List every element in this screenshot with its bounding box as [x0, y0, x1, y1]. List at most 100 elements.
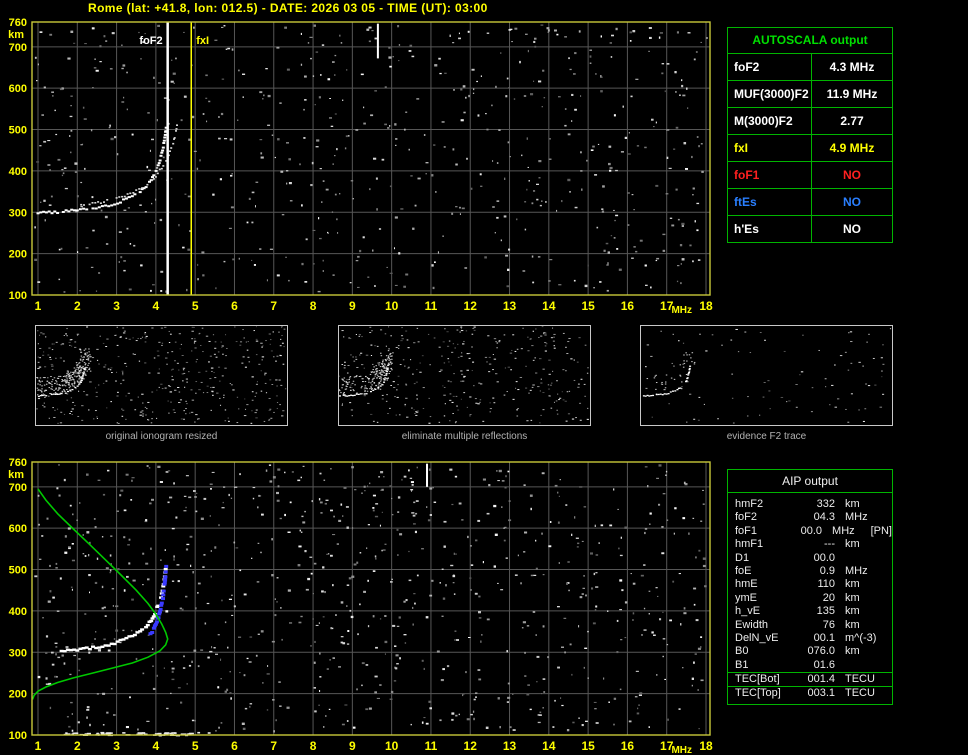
parameter-value: 01.6 [813, 658, 835, 671]
aip-table-row: TEC[Top] 003.1 TECU [728, 686, 892, 700]
svg-text:100: 100 [9, 290, 27, 302]
svg-text:13: 13 [503, 739, 517, 753]
svg-text:12: 12 [464, 299, 478, 313]
parameter-value: 00.0 [800, 524, 823, 537]
parameter-value: NO [843, 222, 861, 236]
svg-text:2: 2 [74, 739, 81, 753]
svg-text:5: 5 [192, 739, 199, 753]
parameter-label: M(3000)F2 [728, 108, 812, 134]
parameter-note [887, 578, 892, 591]
parameter-note [887, 619, 892, 632]
parameter-note [887, 592, 892, 605]
svg-text:500: 500 [9, 125, 27, 137]
page-title: Rome (lat: +41.8, lon: 012.5) - DATE: 20… [88, 1, 488, 15]
parameter-label: foF1 [728, 162, 812, 188]
parameter-unit: MHz [845, 564, 868, 577]
parameter-unit: MHz [845, 511, 868, 524]
thumbnail-original-ionogram [35, 325, 288, 426]
parameter-label: foF2 [728, 54, 812, 80]
svg-text:5: 5 [192, 299, 199, 313]
svg-text:300: 300 [9, 207, 27, 219]
parameter-name: B1 [735, 658, 749, 671]
parameter-value: 076.0 [807, 645, 835, 658]
aip-table-row: foF1 00.0 MHz [PN] [728, 525, 892, 538]
thumbnail-caption: original ionogram resized [105, 431, 218, 442]
svg-text:6: 6 [231, 299, 238, 313]
parameter-unit: km [845, 498, 860, 510]
parameter-label: ftEs [728, 189, 812, 215]
svg-text:3: 3 [113, 299, 120, 313]
autoscala-table-row: h'Es NO [728, 216, 892, 242]
parameter-value: 20 [822, 591, 835, 604]
aip-table-row: ymE 20 km [728, 592, 892, 605]
profile-ionogram-plot: 760700600500400300200100km1 2 3 4 5 6 7 8 9 10 11 1… [8, 457, 713, 754]
autoscala-table-row: fxI 4.9 MHz [728, 135, 892, 162]
parameter-value: 001.4 [807, 673, 835, 686]
parameter-unit [835, 552, 887, 565]
autoscala-table-row: ftEs NO [728, 189, 892, 216]
parameter-note [887, 565, 892, 578]
svg-text:4: 4 [153, 739, 160, 753]
svg-text:7: 7 [270, 299, 277, 313]
svg-text:6: 6 [231, 739, 238, 753]
parameter-value: 110 [817, 578, 835, 591]
autoscala-table-rows: foF2 4.3 MHz MUF(3000)F2 11.9 MHz M(3000)F2 2… [728, 54, 892, 242]
aip-table-row: TEC[Bot] 001.4 TECU [728, 672, 892, 686]
aip-table-row: Ewidth 76 km [728, 619, 892, 632]
aip-table-row: B0 076.0 km [728, 645, 892, 658]
parameter-unit: km [845, 578, 860, 591]
svg-text:18: 18 [699, 739, 713, 753]
svg-text:2: 2 [74, 299, 81, 313]
aip-table-row: foE 0.9 MHz [728, 565, 892, 578]
aip-table-rows: hmF2 332 km foF2 04.3 MHz foF1 00.0 MHz [PN] hmF1-… [728, 493, 892, 704]
thumbnail-multiple-reflections-removed [338, 325, 591, 426]
parameter-value: 4.9 MHz [829, 141, 875, 155]
aip-table-row: DelN_vE 00.1 m^(-3) [728, 632, 892, 645]
parameter-value: 04.3 [813, 511, 835, 524]
aip-table-row: D1 00.0 [728, 552, 892, 565]
svg-text:400: 400 [9, 606, 27, 618]
autoscala-output-table: AUTOSCALA output foF2 4.3 MHz MUF(3000)F2 1… [727, 27, 893, 243]
thumbnail-caption: eliminate multiple reflections [401, 431, 528, 442]
parameter-value: NO [843, 195, 861, 209]
autoscala-table-row: foF2 4.3 MHz [728, 54, 892, 81]
svg-text:10: 10 [385, 739, 399, 753]
aip-table-row: B1 01.6 [728, 659, 892, 672]
main-ionogram-plot: foF2 fxI760700600500400300200100km1 2 3 4 5 6 7… [8, 17, 713, 314]
parameter-note: [PN] [870, 524, 892, 537]
svg-text:4: 4 [153, 299, 160, 313]
parameter-unit: km [845, 591, 860, 604]
svg-text:100: 100 [9, 730, 27, 742]
svg-text:15: 15 [581, 739, 595, 753]
svg-text:3: 3 [113, 739, 120, 753]
parameter-unit: TECU [845, 673, 875, 686]
svg-text:13: 13 [503, 299, 517, 313]
aip-table-row: hmF1 --- km [728, 538, 892, 551]
svg-text:600: 600 [9, 523, 27, 535]
parameter-note [887, 538, 892, 551]
svg-text:10: 10 [385, 299, 399, 313]
svg-text:1: 1 [35, 299, 42, 313]
parameter-unit: km [845, 645, 860, 658]
aip-table-row: hmE 110 km [728, 578, 892, 591]
parameter-note [887, 645, 892, 658]
svg-text:14: 14 [542, 739, 556, 753]
parameter-unit: km [845, 538, 860, 551]
parameter-name: D1 [735, 551, 750, 564]
parameter-name: foF1 [735, 524, 758, 537]
parameter-note [887, 605, 892, 618]
parameter-value: 4.3 MHz [829, 60, 875, 74]
parameter-label: h'Es [728, 216, 812, 242]
parameter-name: foE [735, 564, 752, 577]
svg-text:11: 11 [425, 739, 438, 753]
parameter-unit [835, 659, 887, 672]
svg-text:7: 7 [270, 739, 277, 753]
parameter-name: Ewidth [735, 618, 769, 631]
parameter-value: 76 [822, 618, 835, 631]
svg-text:760: 760 [9, 457, 27, 469]
aip-table-title: AIP output [728, 470, 892, 493]
parameter-value: NO [843, 168, 861, 182]
parameter-unit: TECU [845, 687, 875, 700]
thumbnail-caption: evidence F2 trace [726, 431, 807, 442]
parameter-note [887, 511, 892, 524]
